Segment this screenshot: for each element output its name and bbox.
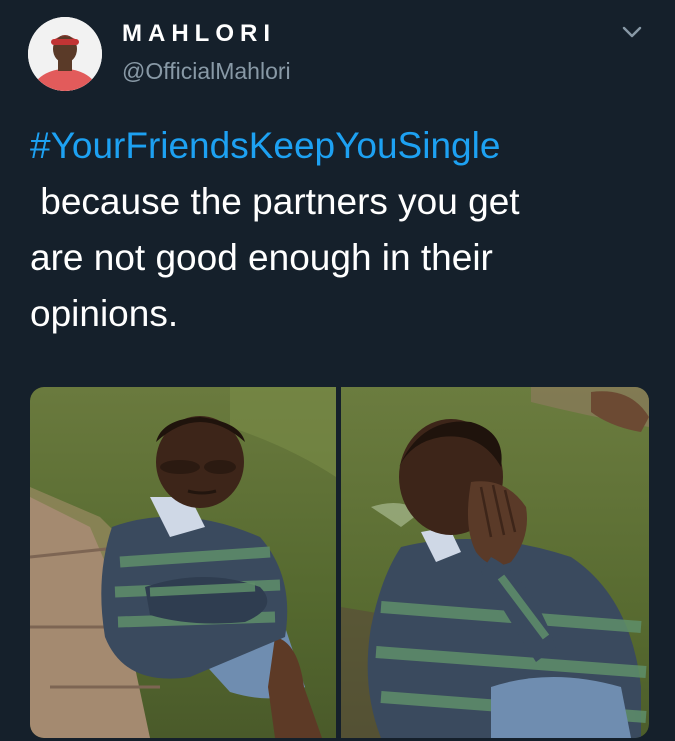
- tweet-text: #YourFriendsKeepYouSingle because the pa…: [30, 118, 650, 342]
- avatar-photo: [28, 17, 102, 91]
- tweet-media[interactable]: [30, 387, 649, 738]
- hashtag-link[interactable]: #YourFriendsKeepYouSingle: [30, 118, 650, 174]
- avatar[interactable]: [28, 17, 102, 91]
- tweet-body-line: because the partners you get: [30, 181, 520, 222]
- tweet-body-line: opinions.: [30, 293, 179, 334]
- tweet-card: MAHLORI @OfficialMahlori #YourFriendsKee…: [0, 0, 675, 741]
- boy-sitting-arms-crossed-photo[interactable]: [30, 387, 336, 738]
- tweet-body-line: are not good enough in their: [30, 237, 493, 278]
- author-handle[interactable]: @OfficialMahlori: [122, 58, 291, 85]
- tweet-body: because the partners you get are not goo…: [30, 174, 650, 342]
- author-display-name[interactable]: MAHLORI: [122, 20, 276, 48]
- boy-covering-face-photo[interactable]: [341, 387, 649, 738]
- chevron-down-icon[interactable]: [618, 20, 646, 44]
